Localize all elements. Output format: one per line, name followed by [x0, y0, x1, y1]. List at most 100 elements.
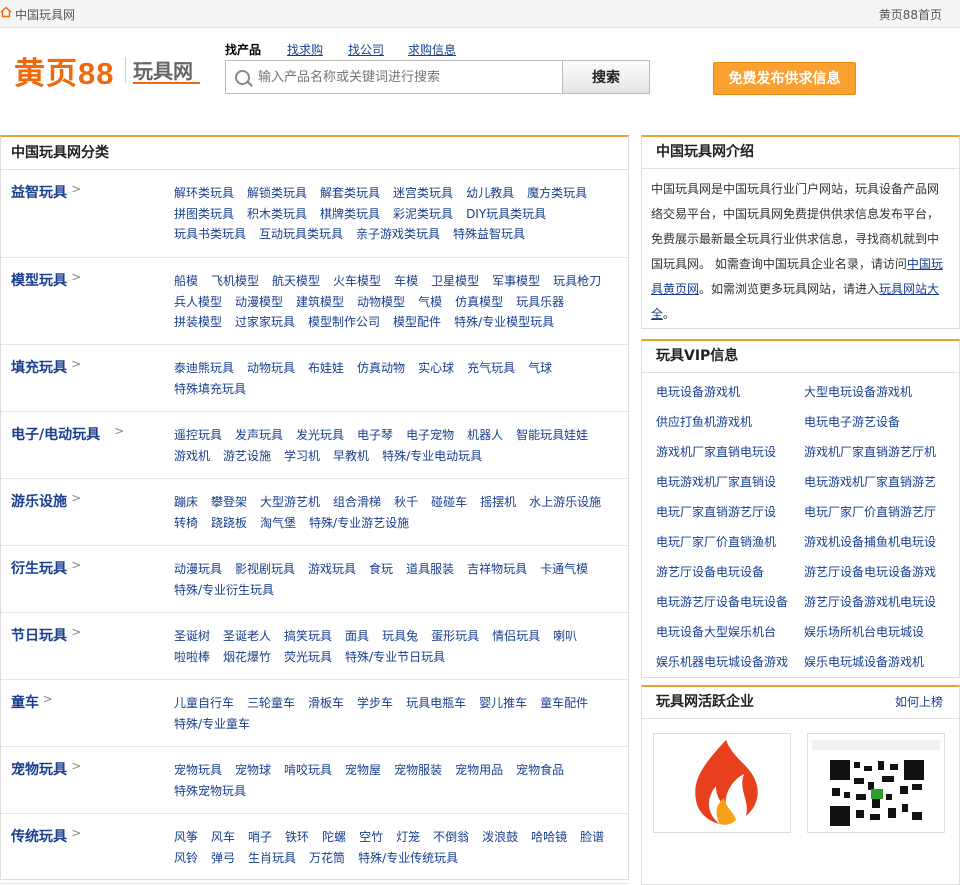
subcategory-link[interactable]: 宠物玩具: [174, 760, 222, 781]
subcategory-link[interactable]: 魔方类玩具: [527, 183, 587, 204]
subcategory-link[interactable]: 面具: [345, 626, 369, 647]
category-name[interactable]: 电子/电动玩具: [11, 424, 100, 444]
subcategory-link[interactable]: 圣诞树: [174, 626, 210, 647]
subcategory-link[interactable]: 积木类玩具: [247, 204, 307, 225]
subcategory-link[interactable]: 风铃: [174, 848, 198, 869]
vip-item-link[interactable]: 电玩设备游戏机: [656, 383, 740, 400]
subcategory-link[interactable]: 动物玩具: [247, 358, 295, 379]
subcategory-link[interactable]: 玩具电瓶车: [406, 693, 466, 714]
subcategory-link[interactable]: 飞机模型: [211, 271, 259, 292]
subcategory-link[interactable]: 儿童自行车: [174, 693, 234, 714]
subcategory-link[interactable]: 智能玩具娃娃: [516, 425, 588, 446]
subcategory-link[interactable]: 婴儿推车: [479, 693, 527, 714]
subcategory-link[interactable]: 情侣玩具: [492, 626, 540, 647]
subcategory-link[interactable]: 早教机: [333, 446, 369, 467]
vip-item-link[interactable]: 娱乐场所机台电玩城设: [804, 623, 924, 640]
subcategory-link[interactable]: 大型游艺机: [260, 492, 320, 513]
site-home-link[interactable]: 中国玩具网: [15, 6, 75, 23]
subcategory-link[interactable]: 动漫玩具: [174, 559, 222, 580]
vip-item-link[interactable]: 电玩电子游艺设备: [804, 413, 900, 430]
subcategory-link[interactable]: 碰碰车: [431, 492, 467, 513]
tab-find-company[interactable]: 找公司: [348, 41, 384, 58]
subcategory-link[interactable]: 车模: [394, 271, 418, 292]
subcategory-link[interactable]: 机器人: [467, 425, 503, 446]
vip-item-link[interactable]: 电玩游戏机厂家直销游艺: [804, 473, 936, 490]
subcategory-link[interactable]: 宠物用品: [455, 760, 503, 781]
subcategory-link[interactable]: 动漫模型: [235, 292, 283, 313]
tab-find-purchase[interactable]: 找求购: [287, 41, 323, 58]
how-to-rank-link[interactable]: 如何上榜: [895, 687, 943, 718]
category-name[interactable]: 童车: [11, 692, 39, 712]
subcategory-link[interactable]: 啦啦棒: [174, 647, 210, 668]
portal-home-link[interactable]: 黄页88首页: [879, 6, 942, 23]
subcategory-link[interactable]: 动物模型: [357, 292, 405, 313]
subcategory-link[interactable]: 秋千: [394, 492, 418, 513]
subcategory-link[interactable]: 建筑模型: [296, 292, 344, 313]
subcategory-link[interactable]: 搞笑玩具: [284, 626, 332, 647]
subcategory-link[interactable]: 气球: [528, 358, 552, 379]
subcategory-link[interactable]: 彩泥类玩具: [393, 204, 453, 225]
subcategory-link[interactable]: 幼儿教具: [466, 183, 514, 204]
subcategory-link[interactable]: 特殊益智玩具: [453, 224, 525, 245]
subcategory-link[interactable]: 水上游乐设施: [529, 492, 601, 513]
vip-item-link[interactable]: 游艺厅设备游戏机电玩设: [804, 593, 936, 610]
subcategory-link[interactable]: 学步车: [357, 693, 393, 714]
category-name[interactable]: 衍生玩具: [11, 558, 67, 578]
category-name[interactable]: 传统玩具: [11, 826, 67, 846]
subcategory-link[interactable]: 宠物屋: [345, 760, 381, 781]
subcategory-link[interactable]: 脸谱: [580, 827, 604, 848]
company-logo-qrcode[interactable]: [807, 733, 945, 833]
subcategory-link[interactable]: 泼浪鼓: [482, 827, 518, 848]
subcategory-link[interactable]: 模型配件: [393, 312, 441, 333]
search-button[interactable]: 搜索: [562, 60, 650, 94]
vip-item-link[interactable]: 电玩设备大型娱乐机台: [656, 623, 776, 640]
subcategory-link[interactable]: 跷跷板: [211, 513, 247, 534]
subcategory-link[interactable]: 风筝: [174, 827, 198, 848]
subcategory-link[interactable]: 特殊/专业模型玩具: [454, 312, 554, 333]
subcategory-link[interactable]: 军事模型: [492, 271, 540, 292]
home-icon[interactable]: [0, 6, 12, 18]
category-name[interactable]: 节日玩具: [11, 625, 67, 645]
subcategory-link[interactable]: 啃咬玩具: [284, 760, 332, 781]
subcategory-link[interactable]: 玩具乐器: [516, 292, 564, 313]
vip-item-link[interactable]: 供应打鱼机游戏机: [656, 413, 752, 430]
subcategory-link[interactable]: 风车: [211, 827, 235, 848]
subcategory-link[interactable]: 铁环: [285, 827, 309, 848]
subcategory-link[interactable]: 圣诞老人: [223, 626, 271, 647]
subcategory-link[interactable]: 玩具枪刀: [553, 271, 601, 292]
subcategory-link[interactable]: 特殊/专业衍生玩具: [174, 580, 274, 601]
vip-item-link[interactable]: 电玩游艺厅设备电玩设备: [656, 593, 788, 610]
tab-find-product[interactable]: 找产品: [225, 41, 261, 58]
subcategory-link[interactable]: 学习机: [284, 446, 320, 467]
subcategory-link[interactable]: 游艺设施: [223, 446, 271, 467]
subcategory-link[interactable]: 哈哈镜: [531, 827, 567, 848]
subcategory-link[interactable]: 烟花爆竹: [223, 647, 271, 668]
search-input[interactable]: [256, 61, 560, 93]
subcategory-link[interactable]: 摇摆机: [480, 492, 516, 513]
subcategory-link[interactable]: 仿真动物: [357, 358, 405, 379]
subcategory-link[interactable]: 模型制作公司: [308, 312, 380, 333]
subcategory-link[interactable]: 宠物球: [235, 760, 271, 781]
subcategory-link[interactable]: 卫星模型: [431, 271, 479, 292]
subcategory-link[interactable]: 特殊/专业童车: [174, 714, 250, 735]
subcategory-link[interactable]: 特殊宠物玩具: [174, 781, 246, 802]
category-name[interactable]: 游乐设施: [11, 491, 67, 511]
subcategory-link[interactable]: 喇叭: [553, 626, 577, 647]
subcategory-link[interactable]: 特殊填充玩具: [174, 379, 246, 400]
subcategory-link[interactable]: 宠物服装: [394, 760, 442, 781]
subcategory-link[interactable]: 遥控玩具: [174, 425, 222, 446]
subcategory-link[interactable]: 棋牌类玩具: [320, 204, 380, 225]
subcategory-link[interactable]: 卡通气模: [540, 559, 588, 580]
subcategory-link[interactable]: 特殊/专业传统玩具: [358, 848, 458, 869]
subcategory-link[interactable]: 哨子: [248, 827, 272, 848]
subcategory-link[interactable]: 组合滑梯: [333, 492, 381, 513]
subcategory-link[interactable]: 灯笼: [396, 827, 420, 848]
category-name[interactable]: 益智玩具: [11, 182, 67, 202]
vip-item-link[interactable]: 电玩厂家直销游艺厅设: [656, 503, 776, 520]
subcategory-link[interactable]: 发光玩具: [296, 425, 344, 446]
category-name[interactable]: 宠物玩具: [11, 759, 67, 779]
subcategory-link[interactable]: 亲子游戏类玩具: [356, 224, 440, 245]
vip-item-link[interactable]: 娱乐机器电玩城设备游戏: [656, 653, 788, 670]
vip-item-link[interactable]: 游戏机厂家直销游艺厅机: [804, 443, 936, 460]
subcategory-link[interactable]: 火车模型: [333, 271, 381, 292]
